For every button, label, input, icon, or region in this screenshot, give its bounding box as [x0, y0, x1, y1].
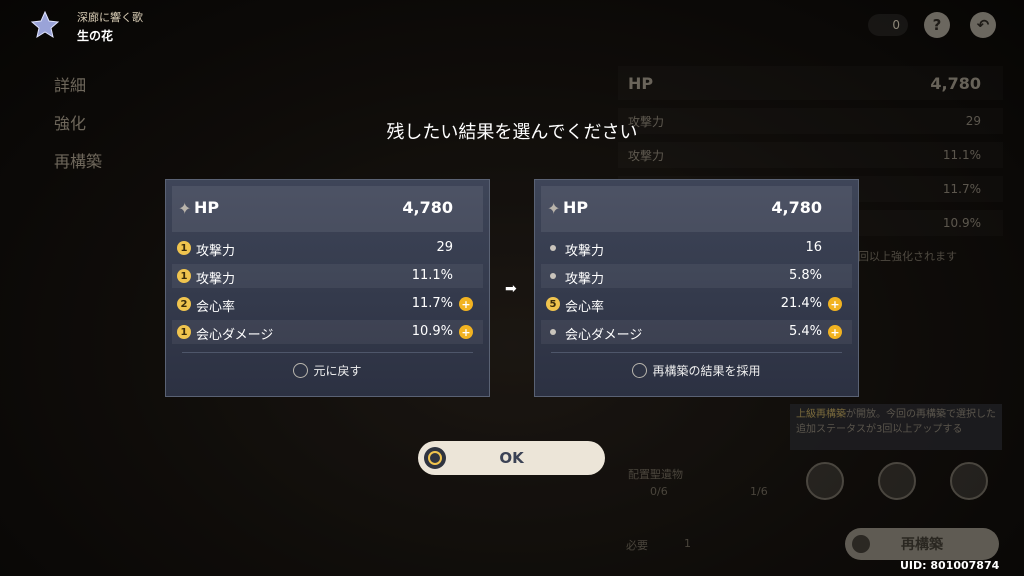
substat-row: 5 会心率 21.4% + — [541, 292, 852, 316]
upgrade-count-badge: 5 — [546, 297, 560, 311]
upgrade-count-badge: 1 — [177, 325, 191, 339]
adopt-rebuild-label: 再構築の結果を採用 — [652, 364, 761, 378]
rebuild-option-2 — [878, 462, 916, 500]
main-stat-value: 4,780 — [771, 198, 822, 217]
nav-item-details[interactable]: 詳細 — [54, 72, 86, 96]
revert-option[interactable]: 元に戻す — [166, 362, 489, 379]
substat-row: 2 会心率 11.7% + — [172, 292, 483, 316]
plus-icon: + — [828, 325, 842, 339]
bullet-icon — [550, 245, 556, 251]
substat-row: 1 攻撃力 29 — [172, 236, 483, 260]
upgrade-count-badge: 2 — [177, 297, 191, 311]
artifact-slot-name: 生の花 — [77, 29, 114, 43]
plus-icon: + — [459, 297, 473, 311]
substat-row: 会心ダメージ 5.4% + — [541, 320, 852, 344]
uid-label: UID: 801007874 — [900, 559, 1000, 572]
ok-label: OK — [499, 449, 524, 467]
ok-button[interactable]: OK — [418, 441, 605, 475]
substat-row: 1 攻撃力 11.1% — [172, 264, 483, 288]
upgrade-count-badge: 1 — [177, 241, 191, 255]
dialog-title: 残したい結果を選んでください — [386, 122, 638, 143]
material-label: 配置聖遺物 — [628, 468, 683, 481]
plus-icon: + — [828, 297, 842, 311]
artifact-set-name: 深廊に響く歌 — [77, 11, 143, 24]
help-icon[interactable]: ? — [924, 12, 950, 38]
rebuild-result-card[interactable]: ✦ HP 4,780 攻撃力 16 攻撃力 5.8% 5 会心率 21.4% +… — [534, 179, 859, 397]
divider — [182, 352, 473, 353]
main-stat: ✦ HP 4,780 — [172, 186, 483, 232]
arrow-right-icon: ➡ — [505, 281, 517, 297]
star-icon: ✦ — [547, 199, 561, 218]
main-stat-name: HP — [194, 198, 220, 217]
star-icon: ✦ — [178, 199, 192, 218]
substat-row: 攻撃力 16 — [541, 236, 852, 260]
main-stat-name: HP — [563, 198, 589, 217]
upgrade-count-badge: 1 — [177, 269, 191, 283]
plus-icon: + — [459, 325, 473, 339]
main-stat-value: 4,780 — [402, 198, 453, 217]
radio-icon[interactable] — [293, 363, 309, 378]
substat-row: 1 会心ダメージ 10.9% + — [172, 320, 483, 344]
radio-icon[interactable] — [632, 363, 648, 378]
adopt-rebuild-option[interactable]: 再構築の結果を採用 — [535, 362, 858, 379]
required-value: 1 — [684, 537, 691, 550]
original-result-card[interactable]: ✦ HP 4,780 1 攻撃力 29 1 攻撃力 11.1% 2 会心率 11… — [165, 179, 490, 397]
substat-row: 攻撃力 5.8% — [541, 264, 852, 288]
main-stat: ✦ HP 4,780 — [541, 186, 852, 232]
material-count-b: 1/6 — [750, 485, 768, 498]
material-count-a: 0/6 — [650, 485, 668, 498]
artifact-flower-icon — [30, 10, 60, 39]
revert-label: 元に戻す — [313, 364, 362, 378]
back-icon[interactable]: ↶ — [970, 12, 996, 38]
bullet-icon — [550, 329, 556, 335]
rebuild-option-1 — [806, 462, 844, 500]
material-count: 0 — [868, 14, 908, 36]
rebuild-tooltip: 上級再構築が開放。今回の再構築で選択した追加ステータスが3回以上アップする — [790, 404, 1002, 450]
confirm-icon — [424, 447, 446, 469]
rebuild-button: 再構築 — [845, 528, 999, 560]
nav-item-rebuild[interactable]: 再構築 — [54, 148, 102, 172]
divider — [551, 352, 842, 353]
bullet-icon — [550, 273, 556, 279]
required-label: 必要 — [626, 539, 648, 552]
rebuild-option-3 — [950, 462, 988, 500]
